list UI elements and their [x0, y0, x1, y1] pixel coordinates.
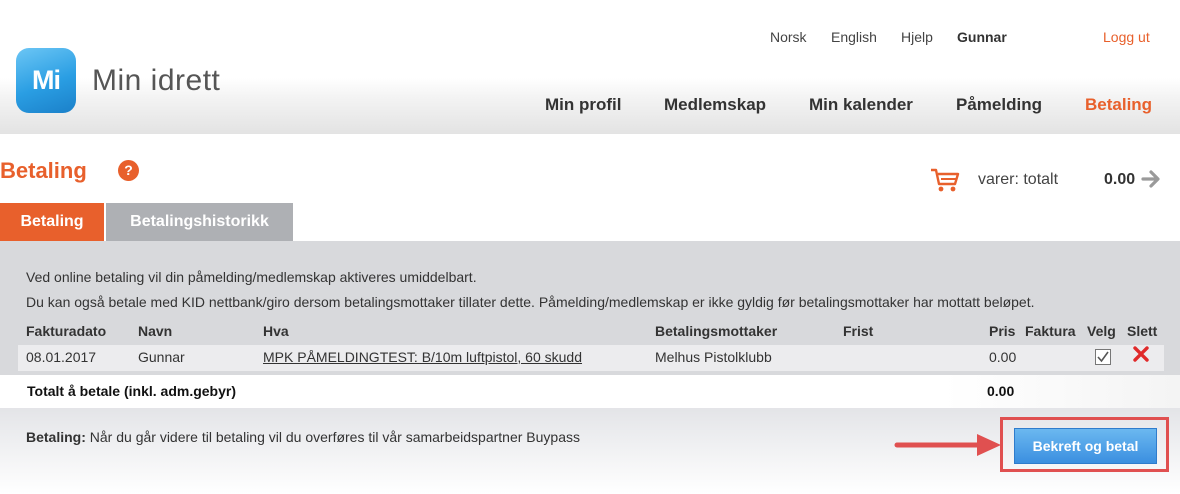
total-value: 0.00	[987, 383, 1015, 399]
help-icon[interactable]: ?	[118, 160, 139, 181]
page-title: Betaling	[0, 158, 87, 183]
col-frist: Frist	[843, 323, 874, 339]
arrow-right-icon[interactable]	[1141, 168, 1163, 190]
col-fakturadato: Fakturadato	[26, 323, 107, 339]
nav-pamelding[interactable]: Påmelding	[956, 95, 1042, 115]
delete-icon[interactable]	[1133, 346, 1149, 362]
logout-link[interactable]: Logg ut	[1103, 29, 1150, 45]
tab-betaling[interactable]: Betaling	[0, 203, 104, 241]
cart-label: varer: totalt	[978, 171, 1059, 188]
footer-note: Betaling: Når du går videre til betaling…	[26, 429, 580, 445]
row-date: 08.01.2017	[26, 349, 97, 365]
footer-note-text: Når du går videre til betaling vil du ov…	[89, 429, 580, 445]
col-pris: Pris	[989, 323, 1016, 339]
col-velg: Velg	[1087, 323, 1116, 339]
row-name: Gunnar	[138, 349, 185, 365]
total-label: Totalt å betale (inkl. adm.gebyr)	[27, 383, 237, 399]
shopping-cart-icon[interactable]	[930, 167, 960, 193]
language-english-link[interactable]: English	[831, 29, 877, 45]
col-faktura: Faktura	[1025, 323, 1076, 339]
row-recipient: Melhus Pistolklubb	[655, 349, 772, 365]
info-line-2: Du kan også betale med KID nettbank/giro…	[26, 294, 1035, 310]
confirm-and-pay-button[interactable]: Bekreft og betal	[1014, 428, 1157, 464]
nav-min-profil[interactable]: Min profil	[545, 95, 621, 115]
logo-text[interactable]: Min idrett	[92, 64, 220, 98]
row-price: 0.00	[989, 349, 1017, 365]
row-item-link[interactable]: MPK PÅMELDINGTEST: B/10m luftpistol, 60 …	[263, 349, 582, 365]
nav-min-kalender[interactable]: Min kalender	[809, 95, 913, 115]
user-name-link[interactable]: Gunnar	[957, 29, 1007, 45]
footer-note-label: Betaling:	[26, 429, 86, 445]
col-slett: Slett	[1127, 323, 1158, 339]
tab-betalingshistorikk[interactable]: Betalingshistorikk	[106, 203, 293, 241]
checkmark-icon	[1097, 351, 1109, 363]
logo-icon[interactable]: Mi	[16, 48, 76, 113]
nav-medlemskap[interactable]: Medlemskap	[664, 95, 766, 115]
row-select-checkbox[interactable]	[1095, 349, 1111, 365]
nav-betaling[interactable]: Betaling	[1085, 95, 1152, 115]
red-arrow-annotation-icon	[894, 434, 1001, 456]
help-link[interactable]: Hjelp	[901, 29, 933, 45]
col-hva: Hva	[263, 323, 289, 339]
info-line-1: Ved online betaling vil din påmelding/me…	[26, 269, 477, 285]
language-norsk-link[interactable]: Norsk	[770, 29, 807, 45]
col-navn: Navn	[138, 323, 173, 339]
col-betalingsmottaker: Betalingsmottaker	[655, 323, 778, 339]
cart-total: 0.00	[1104, 171, 1136, 188]
